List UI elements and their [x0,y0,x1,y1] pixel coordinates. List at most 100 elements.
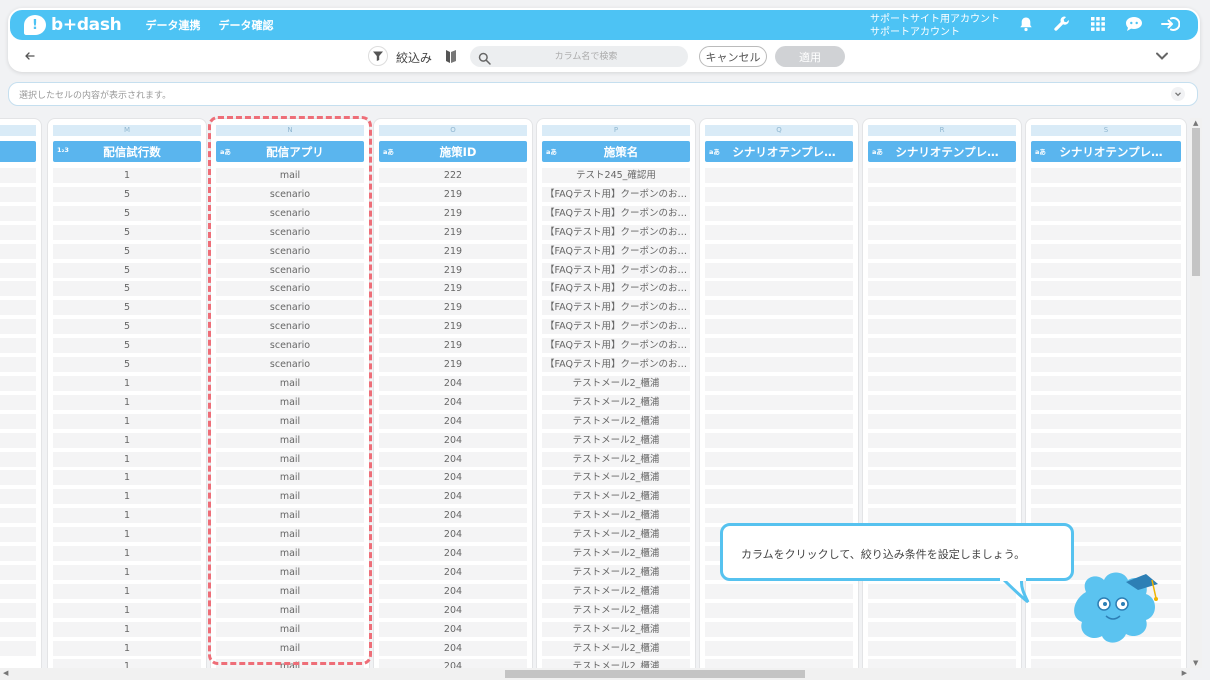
eraser-icon[interactable] [444,48,458,64]
back-arrow-icon[interactable] [22,48,38,64]
grid-cell[interactable]: テストメール2_櫃浦 [542,375,690,391]
grid-cell[interactable] [705,432,853,448]
grid-cell[interactable] [705,375,853,391]
grid-cell[interactable]: 219 [379,243,527,259]
grid-cell[interactable] [0,432,36,448]
grid-cell[interactable]: テストメール2_櫃浦 [542,546,690,561]
vertical-scroll-thumb[interactable] [1192,128,1200,276]
wrench-icon[interactable] [1052,14,1072,34]
grid-cell[interactable] [0,205,36,221]
grid-cell[interactable]: scenario [216,357,364,372]
grid-cell[interactable] [868,281,1016,297]
grid-cell[interactable]: mail [216,640,364,656]
grid-cell[interactable] [0,564,36,580]
grid-cell[interactable]: テストメール2_櫃浦 [542,432,690,448]
column-header[interactable]: aあ シナリオテンプレ… [868,141,1016,162]
grid-cell[interactable]: mail [216,508,364,524]
grid-cell[interactable] [0,640,36,656]
grid-cell[interactable] [0,546,36,561]
grid-cell[interactable] [1031,243,1181,259]
grid-cell[interactable] [0,394,36,410]
grid-cell[interactable]: テストメール2_櫃浦 [542,451,690,467]
grid-cell[interactable]: mail [216,470,364,486]
grid-cell[interactable]: 204 [379,583,527,599]
grid-cell[interactable] [0,186,36,202]
grid-cell[interactable]: 1 [53,527,201,543]
grid-cell[interactable] [1031,168,1181,183]
grid-cell[interactable] [705,319,853,335]
grid-cell[interactable] [868,338,1016,354]
grid-cell[interactable] [0,357,36,372]
grid-cell[interactable]: mail [216,489,364,505]
column-header[interactable]: aあ 施策ID [379,141,527,162]
grid-cell[interactable]: scenario [216,300,364,316]
grid-cell[interactable]: 219 [379,186,527,202]
grid-cell[interactable]: 204 [379,508,527,524]
grid-cell[interactable] [0,168,36,183]
grid-cell[interactable] [705,489,853,505]
grid-cell[interactable]: 222 [379,168,527,183]
grid-cell[interactable] [868,602,1016,618]
grid-cell[interactable] [868,300,1016,316]
scroll-left-arrow-icon[interactable]: ◀ [3,669,8,677]
scroll-down-arrow-icon[interactable]: ▼ [1193,659,1198,667]
grid-cell[interactable] [868,394,1016,410]
grid-cell[interactable]: 1 [53,508,201,524]
grid-cell[interactable] [868,640,1016,656]
grid-cell[interactable]: scenario [216,186,364,202]
grid-cell[interactable] [868,659,1016,668]
nav-data-link[interactable]: データ連携 [145,17,200,33]
grid-cell[interactable]: 1 [53,394,201,410]
grid-cell[interactable] [868,375,1016,391]
filter-label[interactable]: 絞込み [396,49,432,66]
grid-cell[interactable] [868,583,1016,599]
grid-cell[interactable]: mail [216,432,364,448]
grid-cell[interactable]: 【FAQテスト用】クーポンのお… [542,281,690,297]
grid-cell[interactable]: 204 [379,413,527,429]
preview-chevron-down-icon[interactable] [1171,87,1185,101]
grid-cell[interactable] [868,205,1016,221]
grid-cell[interactable] [1031,281,1181,297]
grid-cell[interactable]: 204 [379,432,527,448]
grid-cell[interactable]: 5 [53,319,201,335]
grid-cell[interactable] [705,451,853,467]
grid-cell[interactable] [705,583,853,599]
grid-cell[interactable]: 1 [53,640,201,656]
grid-cell[interactable] [0,583,36,599]
horizontal-scroll-thumb[interactable] [505,670,805,678]
grid-cell[interactable] [0,621,36,637]
grid-cell[interactable] [1031,205,1181,221]
grid-cell[interactable]: 5 [53,281,201,297]
grid-cell[interactable]: 5 [53,262,201,278]
grid-cell[interactable]: 204 [379,640,527,656]
column-header[interactable]: aあ 配信アプリ [216,141,364,162]
grid-cell[interactable]: 【FAQテスト用】クーポンのお… [542,300,690,316]
grid-cell[interactable]: 5 [53,186,201,202]
column-letter[interactable] [0,125,36,136]
grid-cell[interactable] [705,640,853,656]
grid-cell[interactable] [868,508,1016,524]
account-info[interactable]: サポートサイト用アカウント サポートアカウント [870,13,1000,39]
grid-cell[interactable]: 1 [53,602,201,618]
grid-cell[interactable]: mail [216,413,364,429]
grid-cell[interactable]: 204 [379,564,527,580]
grid-cell[interactable]: scenario [216,319,364,335]
grid-cell[interactable]: テストメール2_櫃浦 [542,470,690,486]
scroll-up-arrow-icon[interactable]: ▲ [1193,119,1198,127]
grid-cell[interactable]: テストメール2_櫃浦 [542,602,690,618]
grid-cell[interactable] [1031,319,1181,335]
grid-cell[interactable]: 204 [379,527,527,543]
grid-cell[interactable] [1031,451,1181,467]
grid-cell[interactable] [868,432,1016,448]
grid-cell[interactable]: 204 [379,621,527,637]
grid-cell[interactable] [1031,375,1181,391]
grid-cell[interactable]: 5 [53,300,201,316]
support-bot-icon[interactable] [1124,14,1144,34]
grid-cell[interactable] [0,262,36,278]
grid-cell[interactable]: 219 [379,224,527,240]
grid-cell[interactable] [0,470,36,486]
grid-cell[interactable]: scenario [216,243,364,259]
grid-cell[interactable] [1031,470,1181,486]
grid-cell[interactable] [868,319,1016,335]
grid-cell[interactable] [705,413,853,429]
